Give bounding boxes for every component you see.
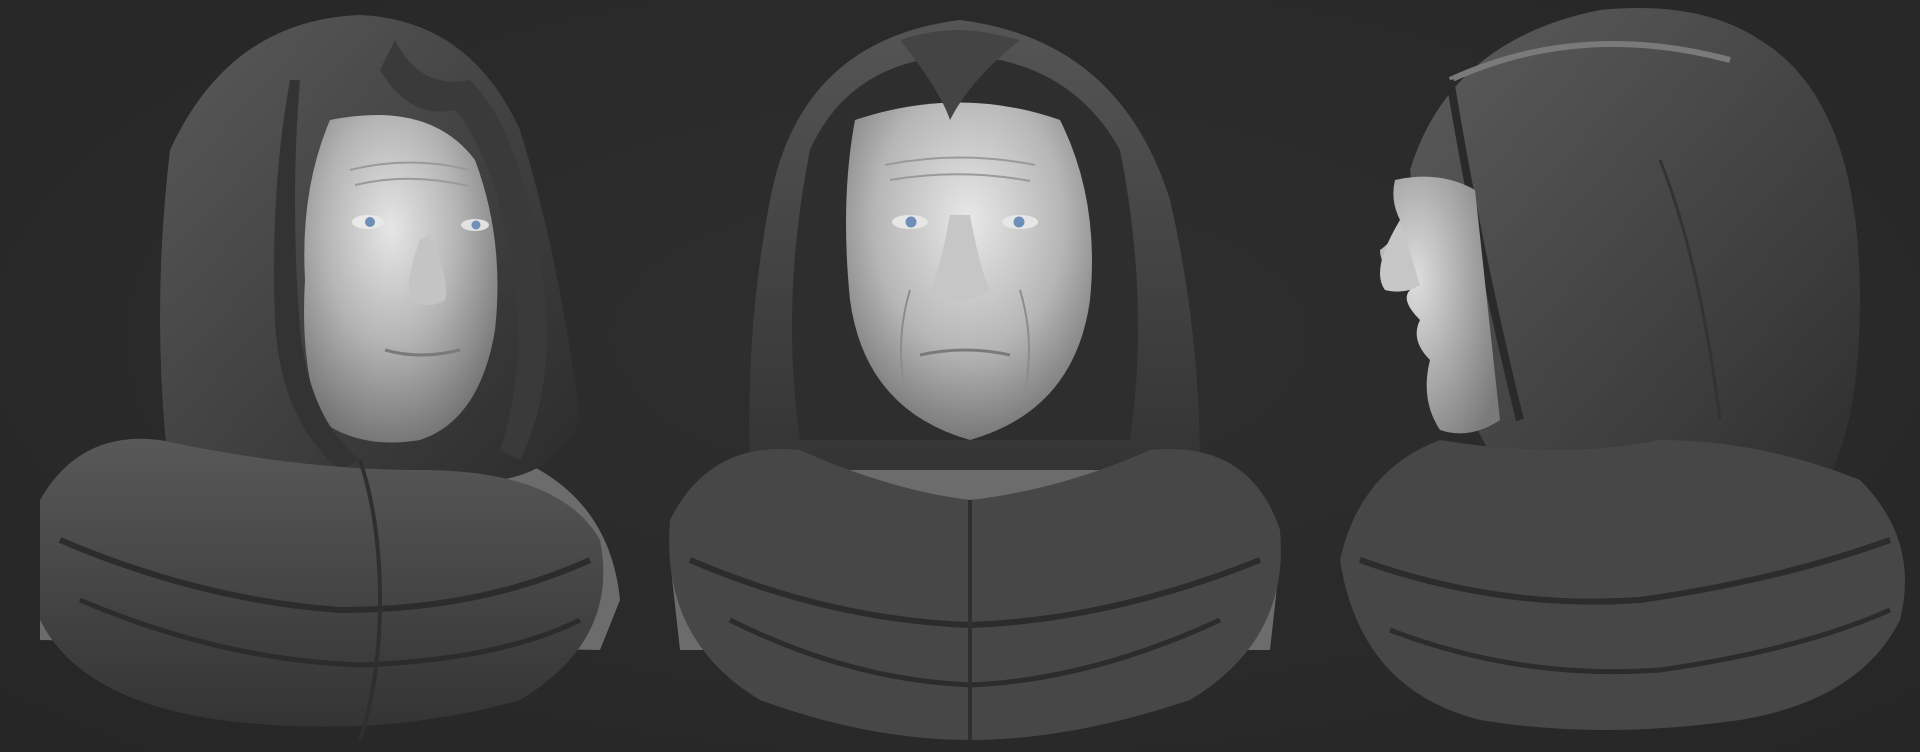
three-quarter-view <box>0 0 640 752</box>
profile-render <box>1340 8 1905 730</box>
right-iris <box>1013 216 1025 228</box>
left-iris <box>365 217 375 227</box>
cowl <box>1340 440 1905 730</box>
front-render <box>669 20 1281 740</box>
viewport <box>0 0 1920 752</box>
front-view <box>650 0 1300 752</box>
face <box>304 115 498 443</box>
profile-view <box>1300 0 1920 752</box>
left-iris <box>905 216 917 228</box>
three-quarter-render <box>40 15 620 741</box>
right-iris <box>471 220 481 230</box>
